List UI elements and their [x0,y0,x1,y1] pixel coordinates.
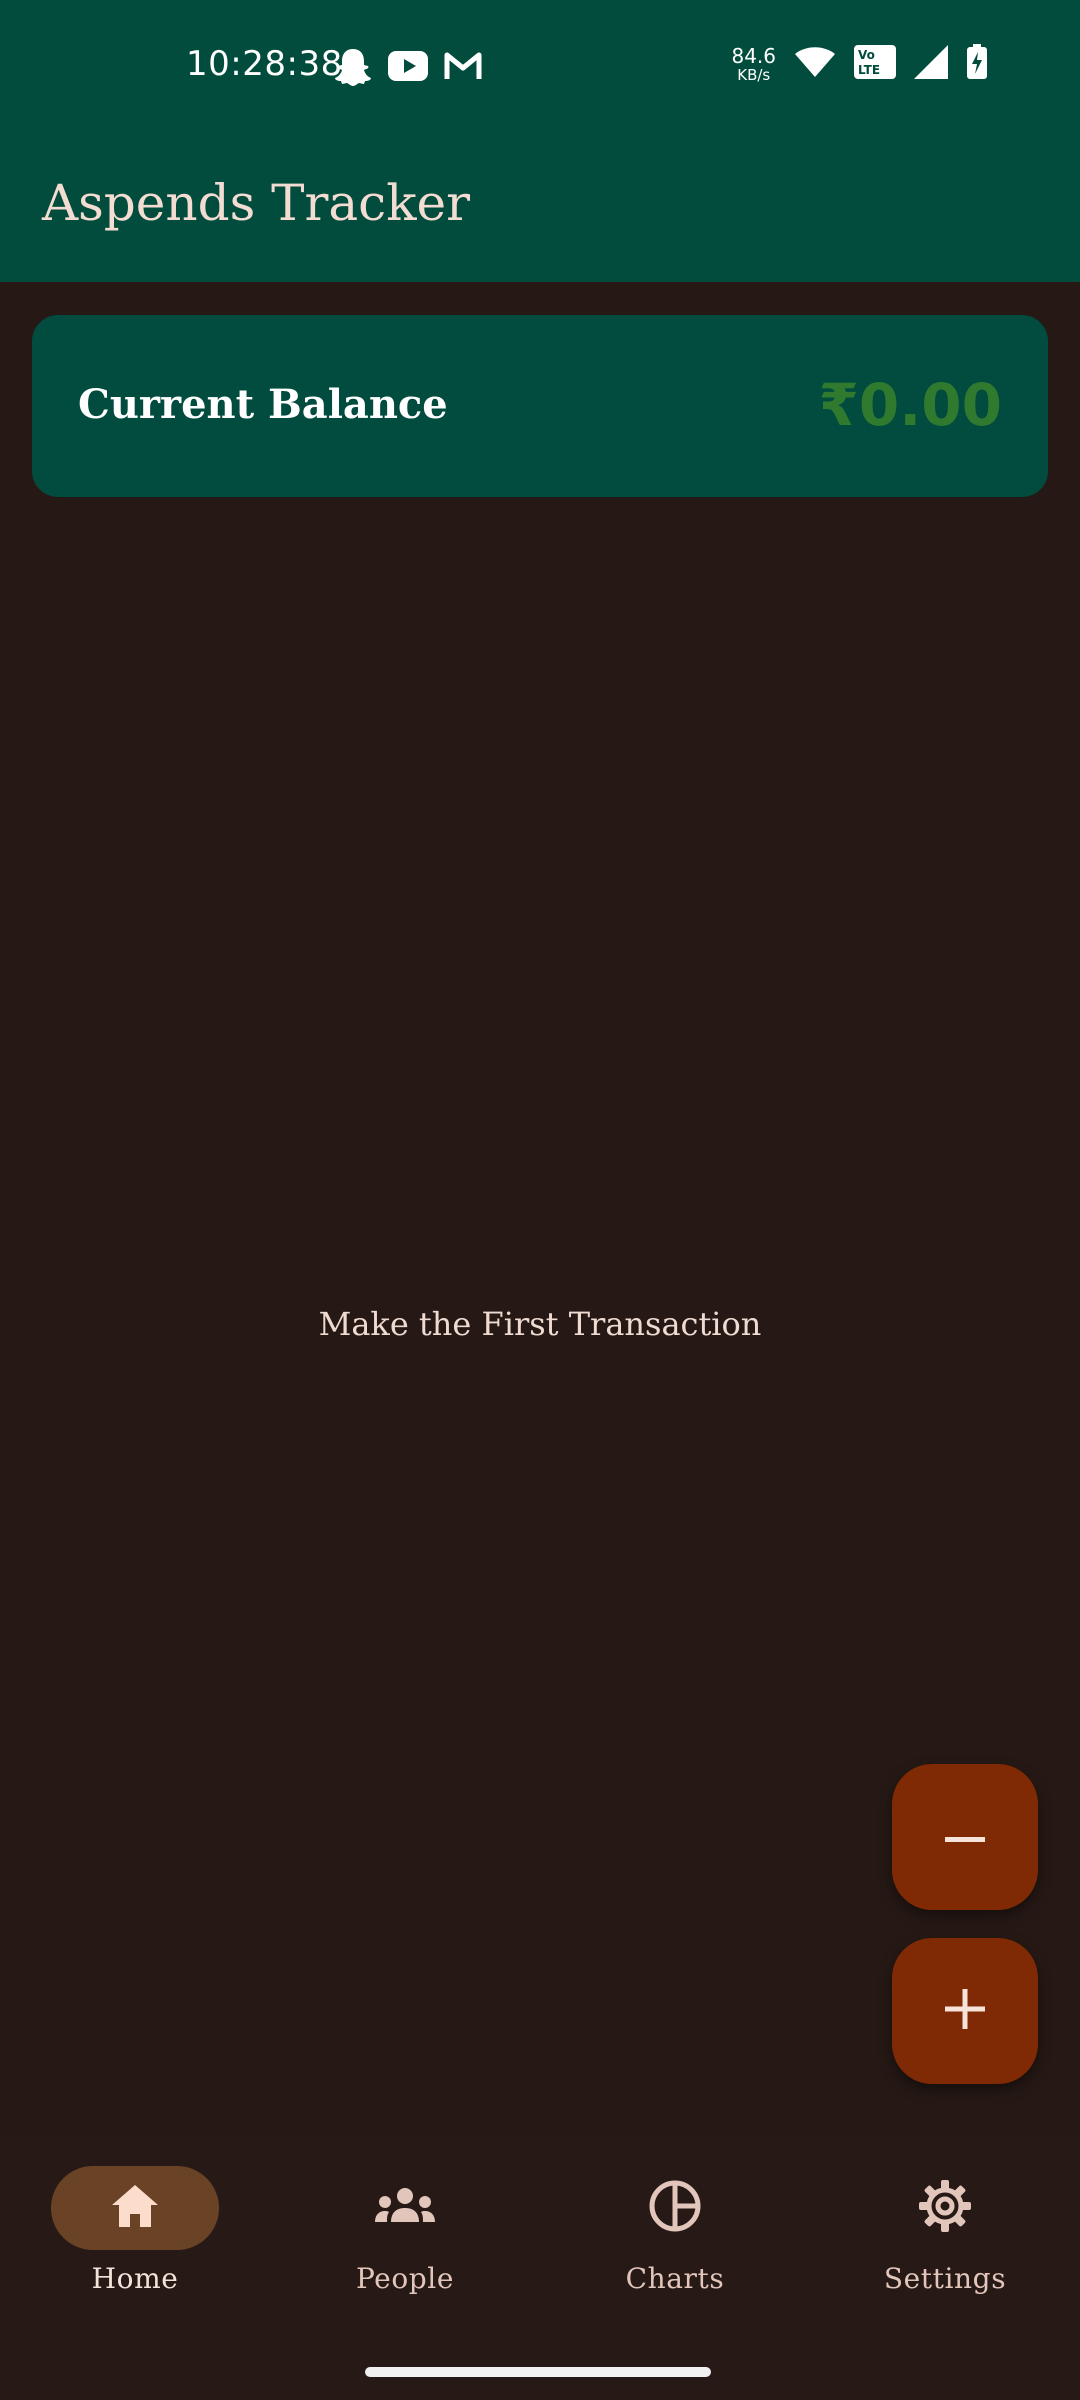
nav-label-charts: Charts [625,2262,725,2295]
nav-indicator [51,2166,219,2250]
network-speed: 84.6 KB/s [731,46,776,83]
network-speed-value: 84.6 [731,43,776,68]
people-icon [373,2186,437,2230]
system-icons: 84.6 KB/s Vo LTE [731,44,988,84]
minus-icon [945,1828,985,1847]
nav-label-people: People [355,2262,455,2295]
bottom-navigation: Home People Charts Settings [0,2136,1080,2400]
app-title: Aspends Tracker [42,174,470,232]
add-income-button[interactable] [892,1938,1038,2084]
notification-icons [334,46,482,90]
status-time: 10:28:38 [186,44,343,84]
network-speed-unit: KB/s [737,65,771,84]
status-bar: 10:28:38 84.6 KB/s Vo LTE [0,0,1080,134]
battery-charging-icon [966,44,988,84]
volte-icon: Vo LTE [854,45,896,83]
home-icon [110,2183,160,2233]
wifi-icon [794,46,836,82]
nav-label-settings: Settings [883,2262,1007,2295]
nav-item-home[interactable]: Home [35,2166,235,2316]
nav-item-settings[interactable]: Settings [845,2166,1045,2316]
snapchat-icon [334,46,372,90]
svg-text:Vo: Vo [858,48,875,62]
nav-item-charts[interactable]: Charts [575,2166,775,2316]
svg-text:LTE: LTE [858,63,880,77]
empty-state-message: Make the First Transaction [318,1305,762,1343]
app-bar: Aspends Tracker [0,134,1080,282]
balance-card: Current Balance ₹0.00 [32,315,1048,497]
pie-chart-icon [648,2179,702,2237]
nav-label-home: Home [91,2262,179,2295]
youtube-icon [388,51,428,85]
gear-icon [917,2178,973,2238]
nav-item-people[interactable]: People [305,2166,505,2316]
signal-icon [914,45,948,83]
balance-label: Current Balance [78,381,448,428]
gmail-icon [444,51,482,85]
plus-icon [945,1989,985,2033]
add-expense-button[interactable] [892,1764,1038,1910]
balance-value: ₹0.00 [818,371,1002,439]
gesture-handle[interactable] [365,2367,711,2377]
